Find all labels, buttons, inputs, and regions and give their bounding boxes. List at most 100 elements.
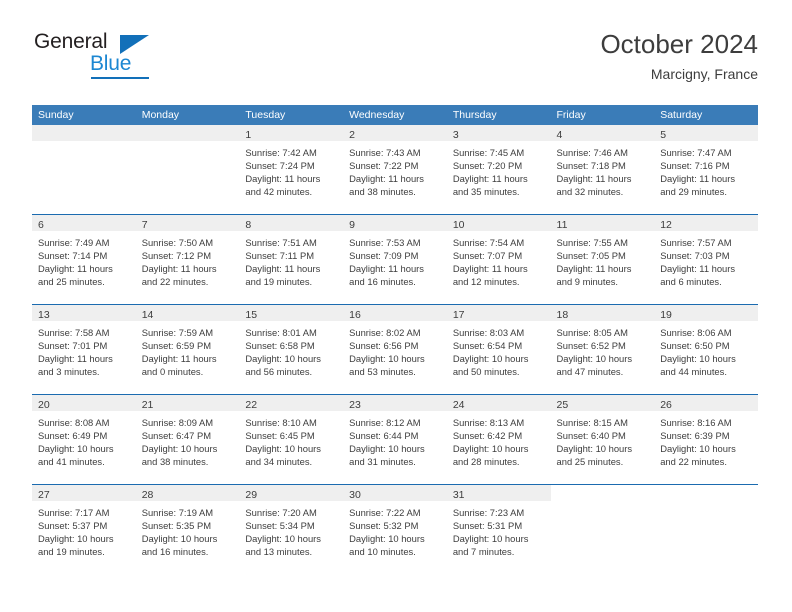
calendar-day-cell[interactable]: 21 Sunrise: 8:09 AM Sunset: 6:47 PM Dayligh… <box>135 395 240 484</box>
sunset-text: Sunset: 7:12 PM <box>141 250 212 262</box>
day-details: Sunrise: 7:53 AM Sunset: 7:09 PM Daylight:… <box>343 231 447 288</box>
sunrise-text: Sunrise: 7:17 AM <box>38 507 110 518</box>
calendar-day-cell[interactable]: 31 Sunrise: 7:23 AM Sunset: 5:31 PM Dayligh… <box>446 485 551 574</box>
calendar-day-cell[interactable]: 4 Sunrise: 7:46 AM Sunset: 7:18 PM Daylight… <box>550 125 655 214</box>
calendar-day-cell[interactable]: 19 Sunrise: 8:06 AM Sunset: 6:50 PM Dayligh… <box>654 305 758 394</box>
day-details: Sunrise: 8:10 AM Sunset: 6:45 PM Daylight:… <box>239 411 343 468</box>
sunrise-text: Sunrise: 8:02 AM <box>349 327 421 338</box>
sunrise-text: Sunrise: 8:05 AM <box>556 327 628 338</box>
day-details: Sunrise: 7:58 AM Sunset: 7:01 PM Daylight:… <box>32 321 136 378</box>
day-number: 24 <box>452 399 465 411</box>
calendar-day-cell[interactable]: 28 Sunrise: 7:19 AM Sunset: 5:35 PM Dayligh… <box>135 485 240 574</box>
calendar-day-cell[interactable]: 30 Sunrise: 7:22 AM Sunset: 5:32 PM Dayligh… <box>343 485 447 574</box>
weekday-header-monday: Monday <box>141 109 180 121</box>
daylight-text: Daylight: 11 hours and 16 minutes. <box>349 263 424 288</box>
daylight-text: Daylight: 11 hours and 22 minutes. <box>141 263 217 288</box>
page-header: General Blue October 2024 Marcigny, Fran… <box>32 28 758 96</box>
calendar-day-cell[interactable]: 6 Sunrise: 7:49 AM Sunset: 7:14 PM Daylight… <box>32 215 136 304</box>
calendar-day-cell[interactable]: 25 Sunrise: 8:15 AM Sunset: 6:40 PM Dayligh… <box>550 395 655 484</box>
calendar-day-cell[interactable]: 12 Sunrise: 7:57 AM Sunset: 7:03 PM Dayligh… <box>654 215 758 304</box>
weekday-header-tuesday: Tuesday <box>245 109 286 121</box>
calendar-day-cell[interactable]: 8 Sunrise: 7:51 AM Sunset: 7:11 PM Daylight… <box>239 215 344 304</box>
calendar-day-cell[interactable]: 23 Sunrise: 8:12 AM Sunset: 6:44 PM Dayligh… <box>343 395 447 484</box>
calendar-day-cell[interactable]: 17 Sunrise: 8:03 AM Sunset: 6:54 PM Dayligh… <box>446 305 551 394</box>
day-details: Sunrise: 7:20 AM Sunset: 5:34 PM Daylight:… <box>239 501 343 558</box>
calendar-day-cell[interactable]: 22 Sunrise: 8:10 AM Sunset: 6:45 PM Dayligh… <box>239 395 344 484</box>
day-details: Sunrise: 7:23 AM Sunset: 5:31 PM Daylight:… <box>447 501 551 558</box>
day-number-strip: 31 <box>446 485 551 501</box>
day-number-strip: 6 <box>32 215 136 231</box>
day-number-strip <box>135 125 240 141</box>
day-details: Sunrise: 7:46 AM Sunset: 7:18 PM Daylight:… <box>551 141 655 198</box>
calendar-day-cell[interactable]: 16 Sunrise: 8:02 AM Sunset: 6:56 PM Dayligh… <box>343 305 447 394</box>
sunrise-text: Sunrise: 7:43 AM <box>349 147 421 158</box>
calendar-day-cell[interactable]: 5 Sunrise: 7:47 AM Sunset: 7:16 PM Daylight… <box>654 125 758 214</box>
day-number-strip: 28 <box>135 485 240 501</box>
day-number: 28 <box>141 489 154 501</box>
sunrise-text: Sunrise: 7:51 AM <box>245 237 317 248</box>
sunset-text: Sunset: 6:40 PM <box>556 430 626 442</box>
sunset-text: Sunset: 5:37 PM <box>38 520 108 532</box>
day-number: 14 <box>141 309 154 321</box>
weekday-header-row: Sunday Monday Tuesday Wednesday Thursday Frid… <box>32 105 758 125</box>
sunrise-text: Sunrise: 7:55 AM <box>556 237 628 248</box>
weekday-header-thursday: Thursday <box>452 109 497 121</box>
daylight-text: Daylight: 11 hours and 3 minutes. <box>38 353 113 378</box>
sunrise-text: Sunrise: 8:13 AM <box>452 417 525 428</box>
page-title: October 2024 <box>600 29 758 59</box>
day-number: 4 <box>556 129 563 141</box>
day-number: 10 <box>452 219 465 231</box>
day-number-strip: 11 <box>550 215 655 231</box>
day-details: Sunrise: 7:49 AM Sunset: 7:14 PM Daylight:… <box>32 231 136 288</box>
calendar-day-cell[interactable]: 20 Sunrise: 8:08 AM Sunset: 6:49 PM Dayligh… <box>32 395 136 484</box>
day-number-strip: 30 <box>343 485 447 501</box>
day-number-strip: 10 <box>446 215 551 231</box>
sunrise-text: Sunrise: 7:59 AM <box>141 327 214 338</box>
day-number: 23 <box>349 399 361 411</box>
calendar-day-cell[interactable]: 18 Sunrise: 8:05 AM Sunset: 6:52 PM Dayligh… <box>550 305 655 394</box>
calendar-day-cell[interactable]: 11 Sunrise: 7:55 AM Sunset: 7:05 PM Dayligh… <box>550 215 655 304</box>
general-blue-logo[interactable]: General Blue <box>32 30 162 88</box>
day-number-strip: 7 <box>135 215 240 231</box>
daylight-text: Daylight: 11 hours and 0 minutes. <box>141 353 217 378</box>
calendar-day-cell[interactable]: 14 Sunrise: 7:59 AM Sunset: 6:59 PM Dayligh… <box>135 305 240 394</box>
sunrise-text: Sunrise: 8:01 AM <box>245 327 317 338</box>
sunset-text: Sunset: 6:59 PM <box>141 340 212 352</box>
sunrise-text: Sunrise: 7:45 AM <box>452 147 525 158</box>
day-details: Sunrise: 7:45 AM Sunset: 7:20 PM Daylight:… <box>447 141 551 198</box>
calendar-day-cell[interactable]: 29 Sunrise: 7:20 AM Sunset: 5:34 PM Dayligh… <box>239 485 344 574</box>
day-number-strip <box>551 485 655 501</box>
calendar-day-cell[interactable]: 13 Sunrise: 7:58 AM Sunset: 7:01 PM Dayligh… <box>32 305 136 394</box>
daylight-text: Daylight: 10 hours and 22 minutes. <box>660 443 736 468</box>
weekday-header-friday: Friday <box>556 109 586 121</box>
day-details: Sunrise: 7:59 AM Sunset: 6:59 PM Daylight:… <box>136 321 240 378</box>
calendar-day-cell[interactable]: 2 Sunrise: 7:43 AM Sunset: 7:22 PM Daylight… <box>343 125 447 214</box>
sunset-text: Sunset: 7:09 PM <box>349 250 419 262</box>
calendar-week-row: 27 Sunrise: 7:17 AM Sunset: 5:37 PM Dayligh… <box>32 484 758 574</box>
daylight-text: Daylight: 10 hours and 34 minutes. <box>245 443 321 468</box>
calendar-day-cell[interactable]: 9 Sunrise: 7:53 AM Sunset: 7:09 PM Daylight… <box>343 215 447 304</box>
calendar-day-cell[interactable]: 7 Sunrise: 7:50 AM Sunset: 7:12 PM Daylight… <box>135 215 240 304</box>
calendar-day-cell[interactable]: 26 Sunrise: 8:16 AM Sunset: 6:39 PM Dayligh… <box>654 395 758 484</box>
day-details: Sunrise: 8:09 AM Sunset: 6:47 PM Daylight:… <box>136 411 240 468</box>
day-number: 19 <box>660 309 672 321</box>
daylight-text: Daylight: 10 hours and 38 minutes. <box>141 443 218 468</box>
calendar-day-cell[interactable]: 27 Sunrise: 7:17 AM Sunset: 5:37 PM Dayligh… <box>32 485 136 574</box>
day-number-strip: 29 <box>239 485 344 501</box>
calendar-day-cell[interactable]: 15 Sunrise: 8:01 AM Sunset: 6:58 PM Dayligh… <box>239 305 344 394</box>
sunset-text: Sunset: 7:24 PM <box>245 160 315 172</box>
calendar-day-cell[interactable]: 1 Sunrise: 7:42 AM Sunset: 7:24 PM Daylight… <box>239 125 344 214</box>
calendar-day-cell[interactable]: 3 Sunrise: 7:45 AM Sunset: 7:20 PM Daylight… <box>446 125 551 214</box>
day-number-strip: 15 <box>239 305 344 321</box>
weekday-header-sunday: Sunday <box>38 109 74 121</box>
sunset-text: Sunset: 6:54 PM <box>452 340 523 352</box>
day-details: Sunrise: 8:06 AM Sunset: 6:50 PM Daylight:… <box>654 321 758 378</box>
sunrise-text: Sunrise: 8:03 AM <box>452 327 525 338</box>
day-number-strip: 18 <box>550 305 655 321</box>
calendar-day-cell[interactable]: 24 Sunrise: 8:13 AM Sunset: 6:42 PM Dayligh… <box>446 395 551 484</box>
day-number-strip: 16 <box>343 305 447 321</box>
calendar-day-cell[interactable]: 10 Sunrise: 7:54 AM Sunset: 7:07 PM Dayligh… <box>446 215 551 304</box>
day-details: Sunrise: 7:55 AM Sunset: 7:05 PM Daylight:… <box>551 231 655 288</box>
day-details: Sunrise: 7:42 AM Sunset: 7:24 PM Daylight:… <box>239 141 343 198</box>
day-number-strip <box>654 485 758 501</box>
